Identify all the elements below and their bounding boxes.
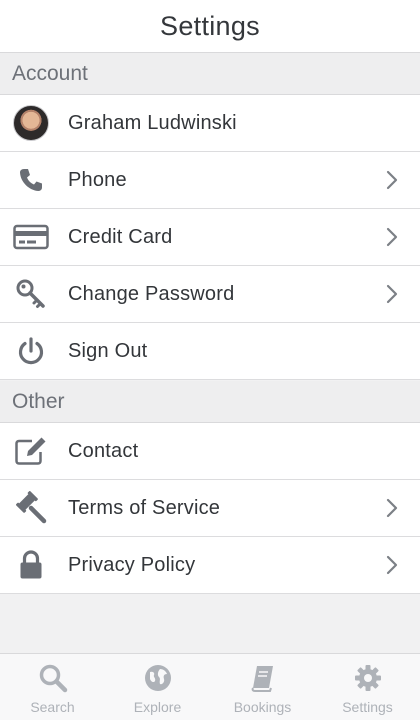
book-icon <box>248 663 278 693</box>
edit-icon <box>12 432 50 470</box>
globe-icon <box>143 663 173 693</box>
page-title: Settings <box>160 10 260 41</box>
sign-out-label: Sign Out <box>68 339 148 362</box>
tab-label-search: Search <box>30 699 75 715</box>
section-title-other: Other <box>12 389 65 413</box>
credit-card-label: Credit Card <box>68 225 173 248</box>
empty-area <box>0 597 420 653</box>
change-password-label: Change Password <box>68 282 235 305</box>
section-header-other: Other <box>0 381 420 423</box>
user-name: Graham Ludwinski <box>68 111 237 134</box>
chevron-right-icon <box>386 555 398 575</box>
avatar <box>12 104 50 142</box>
section-title-account: Account <box>12 61 88 85</box>
navigation-bar: Settings <box>0 0 420 53</box>
search-icon <box>38 663 68 693</box>
sign-out-row[interactable]: Sign Out <box>0 323 420 380</box>
gear-icon <box>353 663 383 693</box>
change-password-row[interactable]: Change Password <box>0 266 420 323</box>
lock-icon <box>12 546 50 584</box>
tab-label-explore: Explore <box>133 699 182 715</box>
chevron-right-icon <box>386 170 398 190</box>
terms-of-service-row[interactable]: Terms of Service <box>0 480 420 537</box>
tab-label-settings: Settings <box>342 699 393 715</box>
tab-bookings[interactable]: Bookings <box>210 654 315 720</box>
tab-settings[interactable]: Settings <box>315 654 420 720</box>
credit-card-row[interactable]: Credit Card <box>0 209 420 266</box>
chevron-right-icon <box>386 284 398 304</box>
tab-label-bookings: Bookings <box>233 699 292 715</box>
settings-screen: Settings Account Graham Ludwinski Phone … <box>0 0 420 720</box>
tab-explore[interactable]: Explore <box>105 654 210 720</box>
phone-icon <box>12 161 50 199</box>
credit-card-icon <box>12 218 50 256</box>
gavel-icon <box>12 489 50 527</box>
phone-row[interactable]: Phone <box>0 152 420 209</box>
privacy-policy-row[interactable]: Privacy Policy <box>0 537 420 594</box>
contact-label: Contact <box>68 439 139 462</box>
phone-label: Phone <box>68 168 127 191</box>
privacy-policy-label: Privacy Policy <box>68 553 196 576</box>
chevron-right-icon <box>386 498 398 518</box>
tab-bar: Search Explore Bookings Settings <box>0 653 420 720</box>
tab-search[interactable]: Search <box>0 654 105 720</box>
chevron-right-icon <box>386 227 398 247</box>
terms-of-service-label: Terms of Service <box>68 496 221 519</box>
key-icon <box>12 275 50 313</box>
power-icon <box>12 332 50 370</box>
section-header-account: Account <box>0 53 420 95</box>
contact-row[interactable]: Contact <box>0 423 420 480</box>
user-profile-row[interactable]: Graham Ludwinski <box>0 95 420 152</box>
